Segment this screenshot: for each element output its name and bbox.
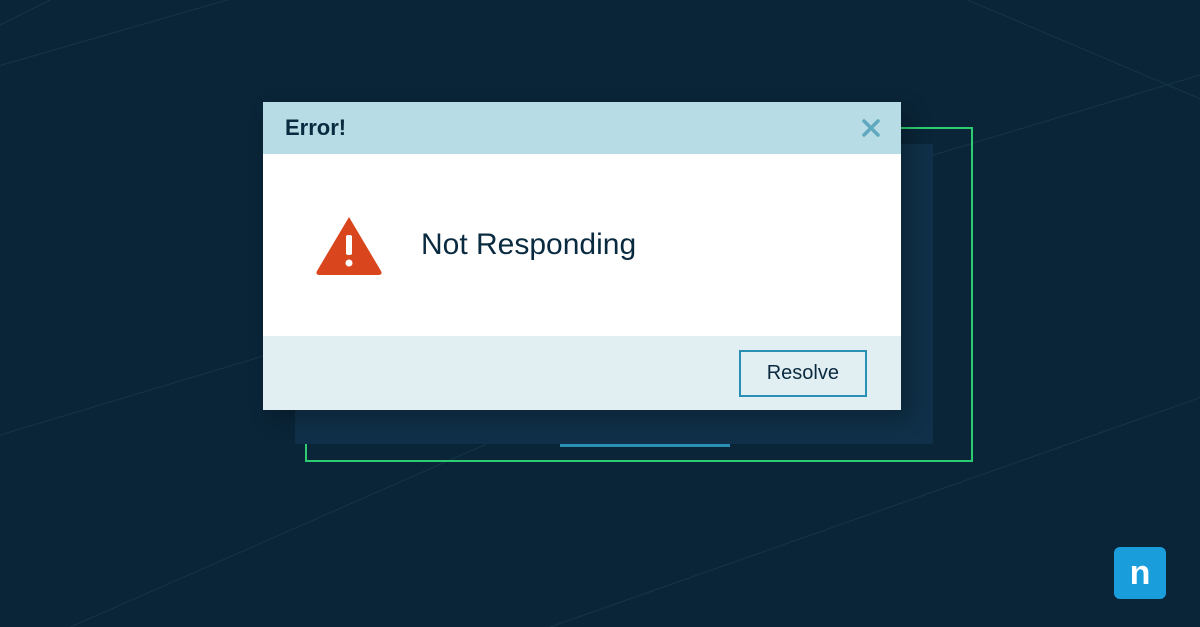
close-icon xyxy=(861,118,881,138)
brand-badge: n xyxy=(1114,547,1166,599)
dialog-titlebar: Error! xyxy=(263,102,901,154)
dialog-footer: Resolve xyxy=(263,336,901,410)
close-button[interactable] xyxy=(859,116,883,140)
resolve-button[interactable]: Resolve xyxy=(739,350,867,397)
accent-underline xyxy=(560,444,730,447)
dialog-message: Not Responding xyxy=(421,228,636,262)
dialog-title: Error! xyxy=(285,115,346,141)
error-dialog: Error! Not Responding Resolve xyxy=(263,102,901,410)
dialog-body: Not Responding xyxy=(263,154,901,336)
brand-letter: n xyxy=(1130,554,1151,593)
warning-icon xyxy=(315,215,383,275)
